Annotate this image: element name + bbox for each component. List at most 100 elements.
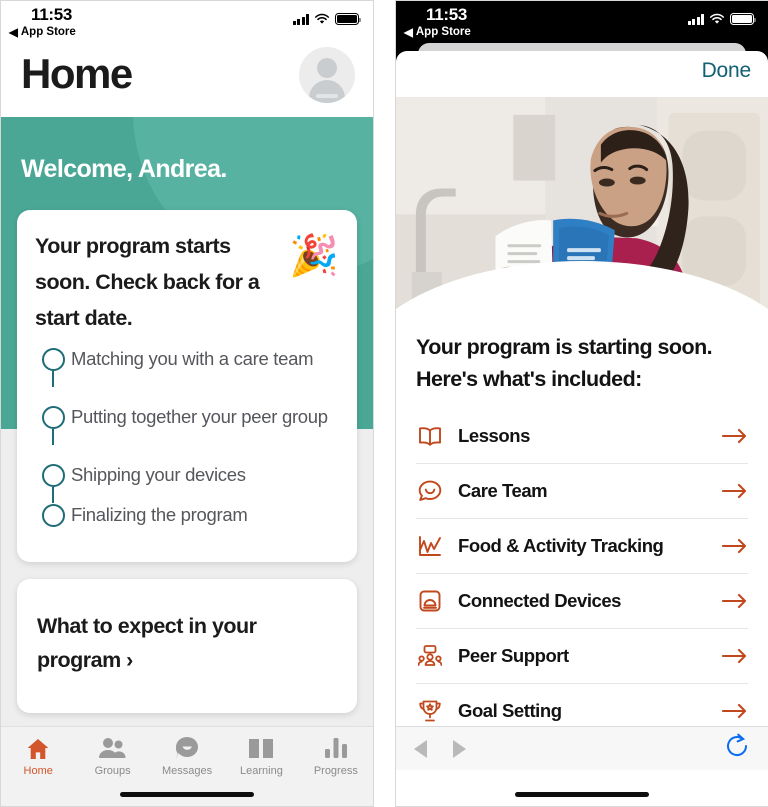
avatar-body: [309, 80, 345, 103]
step-circle-icon: [41, 504, 65, 527]
step-label: Putting together your peer group: [71, 406, 328, 427]
sheet-content: Your program is starting soon. Here's wh…: [396, 315, 768, 739]
status-bar-back-link[interactable]: ◀ App Store: [404, 25, 471, 39]
tab-home[interactable]: Home: [1, 727, 75, 806]
status-bar-indicators: [292, 13, 362, 25]
welcome-greeting: Welcome, Andrea.: [21, 155, 227, 183]
feature-label: Connected Devices: [458, 590, 622, 611]
step-connector: [52, 429, 54, 445]
step-label: Shipping your devices: [71, 464, 246, 485]
status-bar: 11:53 ◀ App Store: [1, 1, 373, 43]
step-label: Finalizing the program: [71, 504, 248, 525]
program-step: Matching you with a care team: [35, 346, 339, 404]
wifi-icon: [314, 13, 330, 24]
program-status-card[interactable]: Your program starts soon. Check back for…: [17, 210, 357, 562]
program-step: Putting together your peer group: [35, 404, 339, 462]
phone-screen-home: 11:53 ◀ App Store Home Welcome, Andrea.: [0, 0, 374, 807]
web-view-toolbar: [396, 726, 768, 770]
what-to-expect-label: What to expect in your program ›: [37, 614, 257, 672]
step-connector: [52, 371, 54, 387]
reload-icon[interactable]: [724, 733, 750, 764]
step-label: Matching you with a care team: [71, 348, 314, 369]
messages-icon: [175, 736, 200, 760]
battery-icon: [335, 13, 362, 25]
feature-row-care-team[interactable]: Care Team: [416, 464, 748, 519]
avatar-base: [316, 94, 338, 98]
back-link-label: App Store: [415, 26, 471, 38]
feature-label: Food & Activity Tracking: [458, 535, 664, 556]
tab-learning-label: Learning: [240, 765, 283, 777]
status-bar-time: 11:53: [426, 5, 468, 24]
status-bar-time: 11:53: [31, 5, 73, 24]
feature-label: Goal Setting: [458, 700, 562, 721]
back-arrow-icon: ◀: [9, 27, 18, 39]
tab-progress-label: Progress: [313, 765, 358, 777]
peer-group-icon: [416, 645, 443, 667]
status-bar-back-link[interactable]: ◀ App Store: [9, 25, 76, 39]
phone-screen-program-details: 11:53 ◀ App Store Done Your program is s…: [395, 0, 768, 807]
step-circle-icon: [41, 464, 65, 487]
party-popper-icon: 🎉: [289, 234, 339, 278]
arrow-right-icon: [722, 428, 748, 444]
sheet-bottom-area: [396, 770, 768, 806]
arrow-right-icon: [722, 703, 748, 719]
step-connector: [52, 487, 54, 503]
learning-icon: [248, 736, 274, 760]
feature-row-food-activity-tracking[interactable]: Food & Activity Tracking: [416, 519, 748, 574]
arrow-right-icon: [722, 538, 748, 554]
modal-sheet: Done Your program is starting soon. Here…: [396, 51, 768, 806]
cellular-signal-icon: [687, 14, 704, 25]
feature-label: Care Team: [458, 480, 548, 501]
arrow-right-icon: [722, 593, 748, 609]
step-circle-icon: [41, 348, 65, 371]
step-marker: [35, 404, 71, 445]
avatar[interactable]: [299, 47, 355, 103]
step-marker: [35, 462, 71, 503]
chat-smile-icon: [416, 480, 443, 502]
step-circle-icon: [41, 406, 65, 429]
tab-progress[interactable]: Progress: [299, 727, 373, 806]
device-icon: [416, 590, 443, 612]
hero-image: [396, 97, 768, 315]
arrow-right-icon: [722, 483, 748, 499]
done-button[interactable]: Done: [702, 59, 752, 83]
program-steps-list: Matching you with a care team Putting to…: [35, 346, 339, 542]
back-triangle-icon[interactable]: [414, 739, 427, 758]
wifi-icon: [709, 13, 725, 24]
page-header: Home: [1, 43, 373, 117]
forward-triangle-icon[interactable]: [453, 739, 466, 758]
step-marker: [35, 502, 71, 527]
book-icon: [416, 426, 443, 446]
trophy-icon: [416, 700, 443, 722]
home-icon: [26, 736, 50, 760]
sheet-nav-bar: Done: [396, 51, 768, 97]
tab-groups-label: Groups: [94, 765, 131, 777]
feature-row-connected-devices[interactable]: Connected Devices: [416, 574, 748, 629]
chart-line-icon: [416, 535, 443, 557]
status-bar-indicators: [687, 13, 757, 25]
avatar-head: [317, 58, 337, 78]
program-step: Finalizing the program: [35, 502, 339, 542]
progress-icon: [324, 736, 348, 760]
arrow-right-icon: [722, 648, 748, 664]
tab-home-label: Home: [23, 765, 53, 777]
status-bar: 11:53 ◀ App Store: [396, 1, 768, 43]
feature-row-lessons[interactable]: Lessons: [416, 409, 748, 464]
cellular-signal-icon: [292, 14, 309, 25]
what-to-expect-card[interactable]: What to expect in your program ›: [17, 579, 357, 713]
sheet-heading: Your program is starting soon. Here's wh…: [416, 335, 713, 391]
home-indicator[interactable]: [120, 792, 254, 797]
back-arrow-icon: ◀: [404, 27, 413, 39]
battery-icon: [730, 13, 757, 25]
step-marker: [35, 346, 71, 387]
program-step: Shipping your devices: [35, 462, 339, 503]
feature-label: Peer Support: [458, 645, 569, 666]
groups-icon: [99, 736, 126, 760]
home-scroll-area[interactable]: Welcome, Andrea. Your program starts soo…: [1, 117, 373, 806]
program-card-heading: Your program starts soon. Check back for…: [35, 234, 260, 330]
tab-messages-label: Messages: [161, 765, 213, 777]
feature-row-peer-support[interactable]: Peer Support: [416, 629, 748, 684]
feature-label: Lessons: [458, 425, 530, 446]
back-link-label: App Store: [20, 26, 76, 38]
home-indicator[interactable]: [515, 792, 649, 797]
